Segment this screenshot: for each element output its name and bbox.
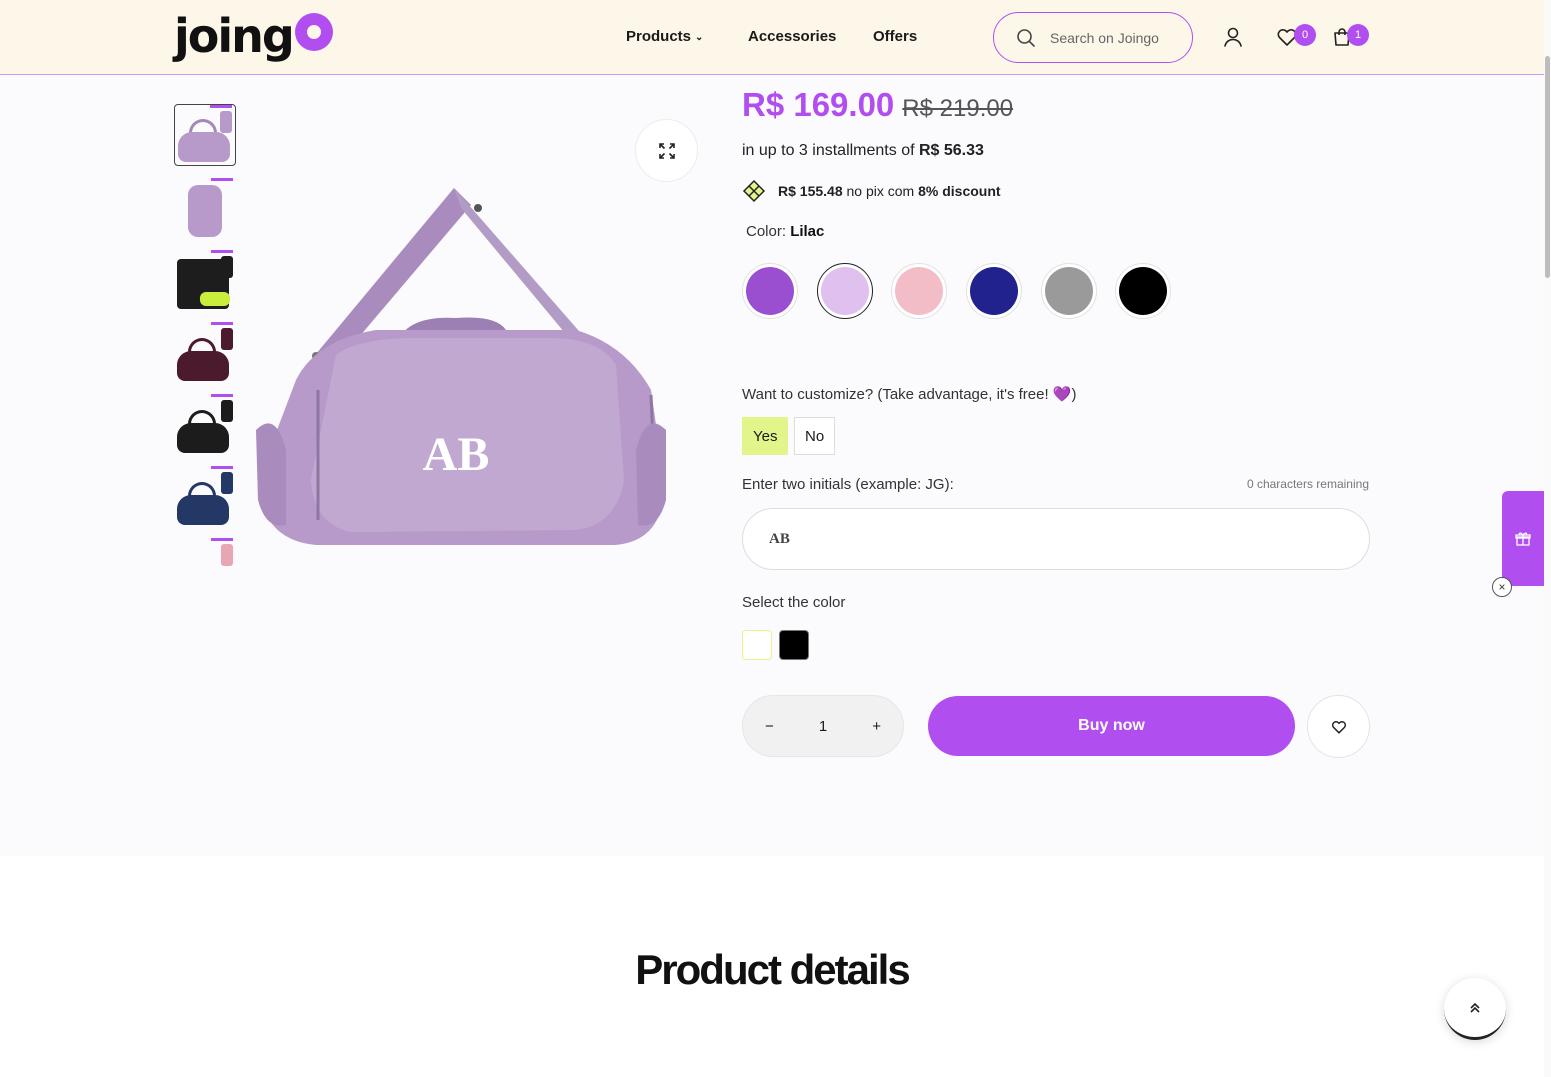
chevron-down-icon: ⌄: [695, 32, 704, 43]
thumbnail-list: [174, 104, 238, 569]
pix-discount-info: R$ 155.48 no pix com 8% discount: [742, 179, 1001, 203]
monogram-color-white[interactable]: [742, 630, 772, 660]
page-scrollbar[interactable]: [1544, 0, 1551, 1077]
thumbnail-1[interactable]: [174, 104, 236, 166]
nav-offers[interactable]: Offers: [873, 28, 917, 45]
thumbnail-2[interactable]: [174, 178, 236, 240]
logo-text: joing: [174, 9, 295, 63]
selected-color-name: Lilac: [790, 223, 825, 240]
monogram-preview: AB: [423, 428, 490, 481]
zoom-button[interactable]: [635, 119, 698, 182]
swatch-navy[interactable]: [966, 263, 1022, 319]
thumb-accent-bar: [211, 322, 233, 325]
back-to-top-button[interactable]: [1444, 978, 1506, 1040]
thumb-accent-bar: [211, 538, 233, 541]
old-price: R$ 219.00: [902, 95, 1014, 122]
thumb-bag-image: [188, 185, 222, 237]
increase-quantity-button[interactable]: +: [872, 718, 881, 735]
current-price: R$ 169.00: [742, 86, 895, 123]
decrease-quantity-button[interactable]: −: [765, 718, 774, 735]
logo-mark-icon: [294, 13, 333, 51]
select-color-label: Select the color: [742, 594, 846, 611]
thumb-bag-image: [178, 132, 230, 162]
swatch-dot: [1119, 267, 1167, 315]
thumb-mini-image: [221, 472, 233, 494]
pix-icon: [742, 179, 766, 203]
close-icon[interactable]: ×: [1492, 577, 1512, 597]
pix-discount: 8% discount: [918, 183, 1001, 199]
thumb-mini-image: [221, 400, 233, 422]
thumb-accent-bar: [211, 466, 233, 469]
customize-yes-button[interactable]: Yes: [742, 417, 789, 455]
swatch-lilac[interactable]: [817, 263, 873, 319]
swatch-dot: [1045, 267, 1093, 315]
gift-tab[interactable]: [1502, 491, 1544, 586]
customize-question: Want to customize? (Take advantage, it's…: [742, 386, 1077, 403]
swatch-dot: [895, 267, 943, 315]
nav-products-label: Products: [626, 28, 692, 45]
swatch-grey[interactable]: [1041, 263, 1097, 319]
search-input[interactable]: [1050, 29, 1180, 46]
nav-accessories[interactable]: Accessories: [748, 28, 836, 45]
thumbnail-7[interactable]: [174, 538, 236, 569]
buy-now-button[interactable]: Buy now: [928, 696, 1295, 756]
thumb-bag-image: [177, 423, 229, 453]
price-block: R$ 169.00 R$ 219.00: [742, 86, 1013, 124]
double-chevron-up-icon: [1470, 1002, 1480, 1013]
cart-count-badge: 1: [1347, 24, 1369, 46]
initials-label: Enter two initials (example: JG):: [742, 476, 954, 493]
thumb-bag-image: [177, 495, 229, 525]
thumb-mini-image: [221, 544, 233, 566]
thumb-accent-bar: [210, 105, 232, 108]
quantity-value[interactable]: 1: [819, 718, 827, 735]
color-label-prefix: Color:: [746, 223, 791, 240]
product-details-section: Product details: [0, 856, 1544, 1077]
thumb-accent-bar: [211, 250, 233, 253]
thumbnail-3[interactable]: [174, 250, 236, 312]
swatch-dot: [970, 267, 1018, 315]
wishlist-count-badge: 0: [1294, 24, 1316, 46]
thumbnail-5[interactable]: [174, 394, 236, 456]
swatch-dot: [746, 267, 794, 315]
pix-text: no pix com: [842, 183, 919, 199]
joingo-logo[interactable]: joing: [174, 8, 333, 64]
search-icon: [1017, 28, 1035, 47]
product-details-heading: Product details: [635, 946, 910, 993]
add-to-wishlist-button[interactable]: [1307, 695, 1370, 758]
swatch-black[interactable]: [1115, 263, 1171, 319]
installments-value: R$ 56.33: [918, 142, 984, 159]
swatch-pink[interactable]: [891, 263, 947, 319]
swatch-dot: [821, 267, 869, 315]
site-header: joing Products⌄ Accessories Offers 0 1: [0, 0, 1544, 75]
heart-icon: [1331, 720, 1346, 734]
installments-info: in up to 3 installments of R$ 56.33: [742, 142, 984, 160]
thumbnail-6[interactable]: [174, 466, 236, 528]
monogram-color-black[interactable]: [779, 630, 809, 660]
pix-value: R$ 155.48: [778, 183, 843, 199]
thumb-mini-image: [220, 111, 232, 133]
scrollbar-thumb[interactable]: [1545, 56, 1550, 278]
product-main-image[interactable]: AB: [256, 180, 676, 560]
user-icon[interactable]: [1222, 26, 1244, 48]
thumb-shoes-image: [200, 292, 230, 306]
expand-icon: [658, 142, 675, 159]
thumb-mini-image: [221, 328, 233, 350]
thumb-accent-bar: [211, 178, 233, 181]
customize-no-button[interactable]: No: [794, 417, 836, 455]
nav-products[interactable]: Products ⌄: [626, 28, 703, 45]
nav-offers-label: Offers: [873, 28, 918, 45]
search-box[interactable]: [993, 12, 1193, 63]
initials-remaining: 0 characters remaining: [1246, 477, 1369, 491]
swatch-purple[interactable]: [742, 263, 798, 319]
quantity-stepper: − 1 +: [742, 695, 904, 757]
thumb-accent-bar: [211, 394, 233, 397]
initials-input[interactable]: [742, 508, 1370, 570]
thumb-bag-image: [177, 351, 229, 381]
nav-accessories-label: Accessories: [748, 28, 837, 45]
gift-icon: [1515, 532, 1531, 546]
color-label: Color: Lilac: [746, 223, 824, 240]
thumbnail-4[interactable]: [174, 322, 236, 384]
installments-text: in up to 3 installments of: [742, 142, 919, 159]
